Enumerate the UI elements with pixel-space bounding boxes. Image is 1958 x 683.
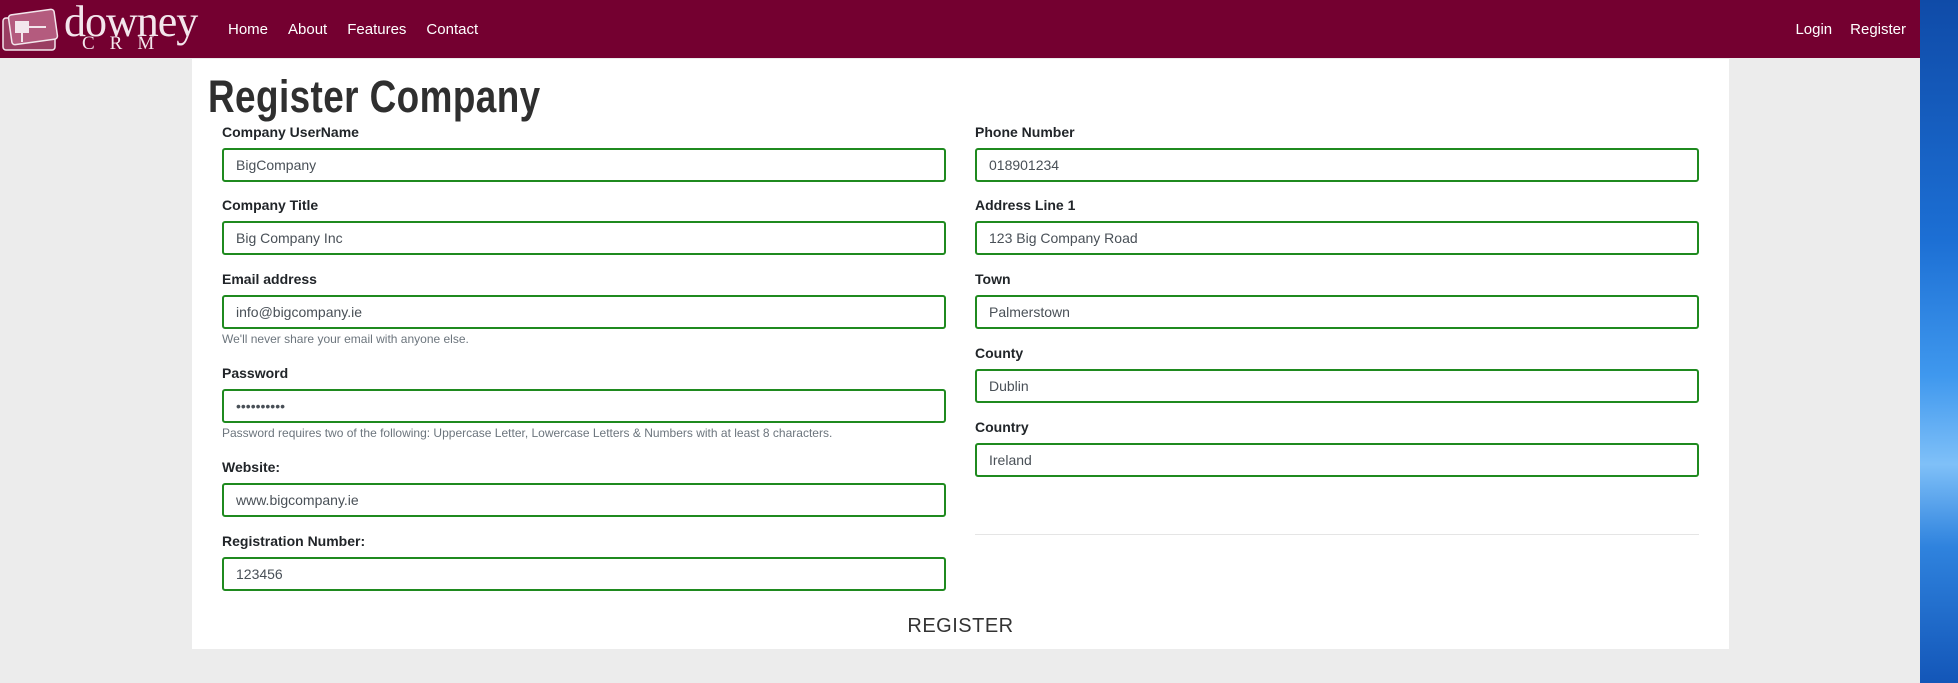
page-title: Register Company — [208, 71, 541, 122]
form-divider — [975, 534, 1699, 535]
email-input[interactable] — [222, 295, 946, 329]
nav-auth: Login Register — [1777, 0, 1906, 58]
registration-number-label: Registration Number: — [222, 533, 366, 549]
password-group: Password Password requires two of the fo… — [222, 364, 946, 440]
navbar: downey CRM Home About Features Contact L… — [0, 0, 1920, 58]
register-button[interactable]: REGISTER — [192, 615, 1729, 638]
company-username-group: Company UserName — [222, 123, 946, 182]
phone-input[interactable] — [975, 148, 1699, 182]
nav-register[interactable]: Register — [1850, 21, 1906, 38]
website-label: Website: — [222, 459, 281, 475]
register-card: Register Company Company UserName Compan… — [192, 59, 1729, 649]
logo-icon — [2, 8, 59, 51]
nav-menu: Home About Features Contact — [228, 0, 498, 58]
nav-features[interactable]: Features — [347, 21, 406, 38]
password-help-text: Password requires two of the following: … — [222, 426, 833, 440]
nav-about[interactable]: About — [288, 21, 327, 38]
town-group: Town — [975, 270, 1699, 329]
address-line-1-label: Address Line 1 — [975, 197, 1076, 213]
company-username-label: Company UserName — [222, 124, 359, 140]
brand-subtitle: CRM — [82, 33, 170, 54]
town-label: Town — [975, 271, 1011, 287]
registration-number-group: Registration Number: — [222, 532, 946, 591]
country-input[interactable] — [975, 443, 1699, 477]
county-input[interactable] — [975, 369, 1699, 403]
county-label: County — [975, 345, 1024, 361]
email-help-text: We'll never share your email with anyone… — [222, 332, 469, 346]
company-username-input[interactable] — [222, 148, 946, 182]
browser-viewport: downey CRM Home About Features Contact L… — [0, 0, 1920, 683]
town-input[interactable] — [975, 295, 1699, 329]
password-input[interactable] — [222, 389, 946, 423]
password-label: Password — [222, 365, 289, 381]
registration-number-input[interactable] — [222, 557, 946, 591]
phone-group: Phone Number — [975, 123, 1699, 182]
address-line-1-group: Address Line 1 — [975, 196, 1699, 255]
website-group: Website: — [222, 458, 946, 517]
nav-login[interactable]: Login — [1795, 21, 1832, 38]
country-label: Country — [975, 419, 1029, 435]
company-title-input[interactable] — [222, 221, 946, 255]
phone-label: Phone Number — [975, 124, 1075, 140]
company-title-group: Company Title — [222, 196, 946, 255]
nav-contact[interactable]: Contact — [426, 21, 478, 38]
nav-home[interactable]: Home — [228, 21, 268, 38]
desktop-background — [1920, 0, 1958, 683]
company-title-label: Company Title — [222, 197, 319, 213]
brand-logo[interactable]: downey CRM — [0, 0, 200, 58]
website-input[interactable] — [222, 483, 946, 517]
county-group: County — [975, 344, 1699, 403]
address-line-1-input[interactable] — [975, 221, 1699, 255]
email-label: Email address — [222, 271, 317, 287]
email-group: Email address We'll never share your ema… — [222, 270, 946, 346]
country-group: Country — [975, 418, 1699, 477]
